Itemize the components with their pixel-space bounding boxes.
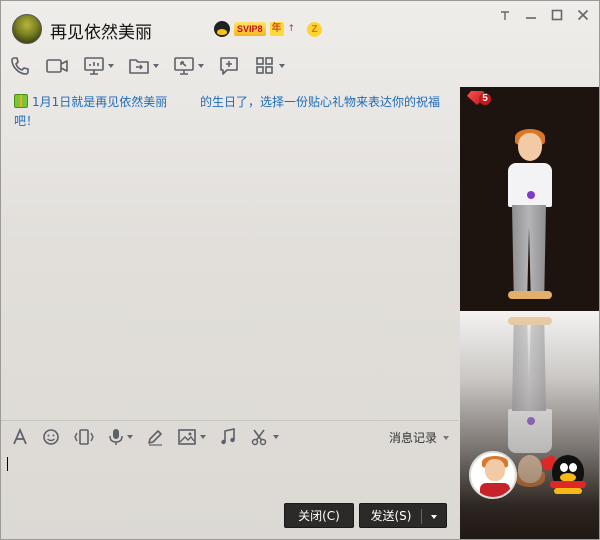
file-transfer-icon	[129, 59, 149, 74]
shake-icon	[74, 429, 94, 445]
message-input[interactable]	[1, 450, 459, 501]
vip-level: 5	[479, 93, 491, 105]
chevron-down-icon[interactable]	[198, 64, 204, 68]
microphone-icon	[109, 429, 123, 445]
chevron-down-icon[interactable]	[200, 435, 206, 439]
gift-icon	[14, 94, 28, 108]
chat-window: 再见依然美丽 SVIP8 年 ↑ Z 1月1日就是再见依然美丽 的生日了，选择一…	[0, 0, 600, 540]
send-button[interactable]: 发送(S)	[359, 503, 447, 528]
music-button[interactable]	[219, 428, 237, 446]
qzone-icon[interactable]: Z	[307, 21, 323, 37]
show-character[interactable]	[502, 129, 558, 303]
message-history-label: 消息记录	[388, 431, 437, 445]
apps-icon	[256, 57, 273, 74]
maximize-icon[interactable]	[549, 9, 565, 25]
close-button[interactable]: 关闭(C)	[284, 503, 354, 528]
shake-button[interactable]	[73, 428, 95, 446]
video-call-button[interactable]	[45, 55, 69, 77]
new-discussion-icon	[220, 57, 238, 75]
chat-toolbar	[9, 54, 299, 78]
action-buttons: 关闭(C) 发送(S)	[284, 503, 447, 528]
chevron-down-icon[interactable]	[127, 435, 133, 439]
music-icon	[221, 428, 235, 445]
message-history[interactable]: 1月1日就是再见依然美丽 的生日了，选择一份贴心礼物来表达你的祝福吧！	[1, 87, 459, 419]
chevron-down-icon[interactable]	[279, 64, 285, 68]
voice-call-button[interactable]	[9, 55, 31, 77]
upgrade-arrow-icon: ↑	[287, 24, 296, 34]
font-button[interactable]	[11, 428, 29, 446]
send-options-chevron-icon[interactable]	[431, 515, 437, 519]
text-cursor	[7, 457, 8, 471]
birthday-notice-prefix[interactable]: 1月1日就是再见依然美丽	[32, 93, 200, 112]
file-transfer-button[interactable]	[128, 55, 159, 77]
chevron-down-icon[interactable]	[153, 64, 159, 68]
my-show-avatar[interactable]	[469, 451, 517, 499]
badge-group: SVIP8 年 ↑ Z	[214, 20, 323, 38]
minimize-icon[interactable]	[523, 9, 539, 25]
send-image-button[interactable]	[177, 428, 206, 446]
phone-icon	[11, 57, 29, 75]
qq-penguin-mascot-icon[interactable]	[540, 453, 590, 495]
apps-button[interactable]	[254, 55, 285, 77]
voice-message-button[interactable]	[108, 428, 133, 446]
close-icon[interactable]	[575, 9, 591, 25]
annual-badge[interactable]: 年	[269, 22, 284, 36]
contact-name[interactable]: 再见依然美丽	[50, 18, 152, 43]
send-button-label: 发送(S)	[370, 509, 412, 523]
emoji-icon	[43, 429, 59, 445]
chevron-down-icon[interactable]	[273, 435, 279, 439]
screen-share-icon	[84, 57, 104, 75]
send-divider	[421, 509, 422, 524]
pin-icon[interactable]	[497, 9, 513, 25]
birthday-notice[interactable]: 1月1日就是再见依然美丽 的生日了，选择一份贴心礼物来表达你的祝福吧！	[14, 93, 450, 131]
window-controls	[497, 9, 591, 25]
handwriting-icon	[148, 430, 162, 446]
qq-vip-icon[interactable]	[214, 21, 230, 37]
chevron-down-icon	[443, 435, 449, 440]
font-icon	[13, 428, 27, 445]
input-toolbar: 消息记录	[1, 420, 459, 450]
contact-avatar[interactable]	[12, 14, 42, 44]
image-icon	[178, 429, 196, 445]
message-history-button[interactable]: 消息记录	[389, 429, 449, 446]
handwriting-button[interactable]	[146, 428, 164, 446]
emoji-button[interactable]	[42, 428, 60, 446]
svip-badge[interactable]: SVIP8	[234, 22, 266, 36]
show-reflection	[460, 311, 599, 539]
screen-share-button[interactable]	[83, 55, 114, 77]
title-bar: 再见依然美丽 SVIP8 年 ↑ Z	[1, 1, 599, 47]
remote-desktop-icon	[174, 57, 194, 75]
chevron-down-icon[interactable]	[108, 64, 114, 68]
video-icon	[46, 59, 68, 73]
show-stage[interactable]: 5	[460, 87, 599, 311]
show-panel: 5	[460, 87, 599, 539]
new-discussion-button[interactable]	[218, 55, 240, 77]
screenshot-icon	[251, 429, 267, 446]
remote-desktop-button[interactable]	[173, 55, 204, 77]
screenshot-button[interactable]	[250, 428, 279, 446]
